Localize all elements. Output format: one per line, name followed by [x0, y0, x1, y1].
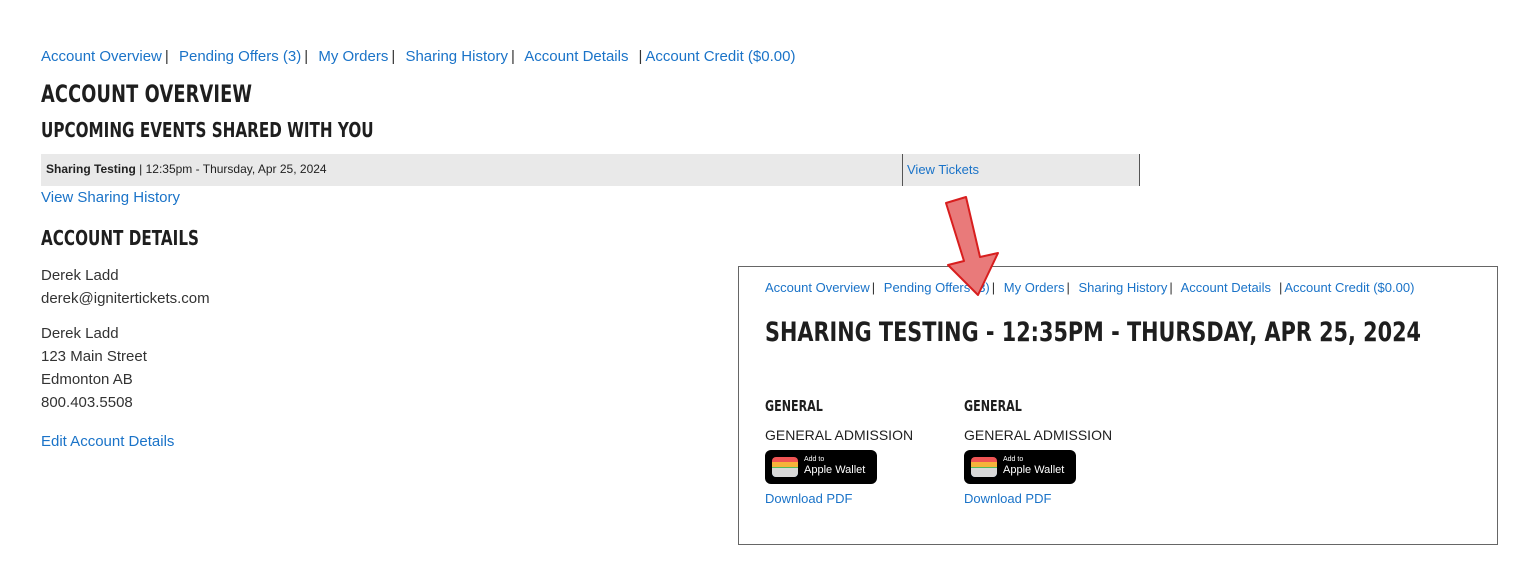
account-phone: 800.403.5508	[41, 394, 133, 411]
panel-nav-account-credit[interactable]: Account Credit ($0.00)	[1284, 280, 1414, 295]
ticket-class: GENERAL	[964, 397, 1022, 415]
wallet-button-text: Apple Wallet	[1003, 464, 1065, 476]
ticket-name: GENERAL ADMISSION	[765, 427, 914, 443]
account-name: Derek Ladd	[41, 267, 119, 284]
nav-separator: |	[164, 48, 169, 65]
panel-nav-my-orders[interactable]: My Orders	[1004, 280, 1065, 295]
address-name: Derek Ladd	[41, 325, 119, 342]
account-email: derek@ignitertickets.com	[41, 290, 210, 307]
download-pdf-link[interactable]: Download PDF	[964, 491, 1144, 506]
ticket-class: GENERAL	[765, 397, 823, 415]
add-to-apple-wallet-button[interactable]: Add to Apple Wallet	[765, 450, 877, 484]
nav-separator: |	[1278, 280, 1283, 295]
event-title: SHARING TESTING - 12:35PM - THURSDAY, AP…	[765, 317, 1422, 348]
nav-account-overview[interactable]: Account Overview	[41, 48, 162, 65]
nav-sharing-history[interactable]: Sharing History	[405, 48, 508, 65]
shared-event-name: Sharing Testing	[46, 162, 136, 176]
nav-account-credit[interactable]: Account Credit ($0.00)	[645, 48, 795, 65]
shared-event-datetime: 12:35pm - Thursday, Apr 25, 2024	[145, 162, 327, 176]
download-pdf-link[interactable]: Download PDF	[765, 491, 945, 506]
shared-event-row: Sharing Testing | 12:35pm - Thursday, Ap…	[41, 154, 1140, 186]
nav-separator: |	[391, 48, 396, 65]
shared-event-info: Sharing Testing | 12:35pm - Thursday, Ap…	[46, 162, 327, 176]
wallet-icon	[772, 457, 798, 477]
address-city: Edmonton AB	[41, 371, 133, 388]
account-nav: Account Overview | Pending Offers (3) | My…	[41, 48, 795, 65]
page-title: ACCOUNT OVERVIEW	[41, 80, 253, 108]
ticket-card: GENERAL GENERAL ADMISSION Add to Apple W…	[964, 397, 1144, 506]
nav-my-orders[interactable]: My Orders	[318, 48, 388, 65]
view-sharing-history-link[interactable]: View Sharing History	[41, 189, 180, 206]
account-details-info: Derek Ladd derek@ignitertickets.com Dere…	[41, 264, 210, 414]
nav-separator: |	[871, 280, 876, 295]
nav-separator: |	[304, 48, 309, 65]
ticket-card: GENERAL GENERAL ADMISSION Add to Apple W…	[765, 397, 945, 506]
view-tickets-link[interactable]: View Tickets	[907, 162, 979, 177]
panel-nav-sharing-history[interactable]: Sharing History	[1078, 280, 1167, 295]
account-details-heading: ACCOUNT DETAILS	[41, 226, 199, 250]
nav-separator: |	[510, 48, 515, 65]
nav-account-details[interactable]: Account Details	[524, 48, 628, 65]
upcoming-events-heading: UPCOMING EVENTS SHARED WITH YOU	[41, 118, 374, 142]
wallet-button-small-text: Add to	[804, 456, 825, 463]
address-street: 123 Main Street	[41, 348, 147, 365]
wallet-button-text: Apple Wallet	[804, 464, 866, 476]
nav-separator: |	[638, 48, 643, 65]
nav-separator: |	[1066, 280, 1070, 295]
ticket-view-panel: Account Overview | Pending Offers (3) | My…	[738, 266, 1498, 545]
panel-nav-account-details[interactable]: Account Details	[1181, 280, 1271, 295]
row-divider	[902, 154, 903, 186]
account-address: Derek Ladd 123 Main Street Edmonton AB 8…	[41, 322, 210, 414]
nav-pending-offers[interactable]: Pending Offers (3)	[179, 48, 301, 65]
wallet-icon	[971, 457, 997, 477]
wallet-button-small-text: Add to	[1003, 456, 1024, 463]
annotation-arrow-icon	[945, 196, 999, 296]
ticket-name: GENERAL ADMISSION	[964, 427, 1113, 443]
panel-account-nav: Account Overview | Pending Offers (3) | My…	[765, 280, 1414, 295]
edit-account-details-link[interactable]: Edit Account Details	[41, 433, 174, 450]
nav-separator: |	[1169, 280, 1173, 295]
panel-nav-account-overview[interactable]: Account Overview	[765, 280, 870, 295]
add-to-apple-wallet-button[interactable]: Add to Apple Wallet	[964, 450, 1076, 484]
